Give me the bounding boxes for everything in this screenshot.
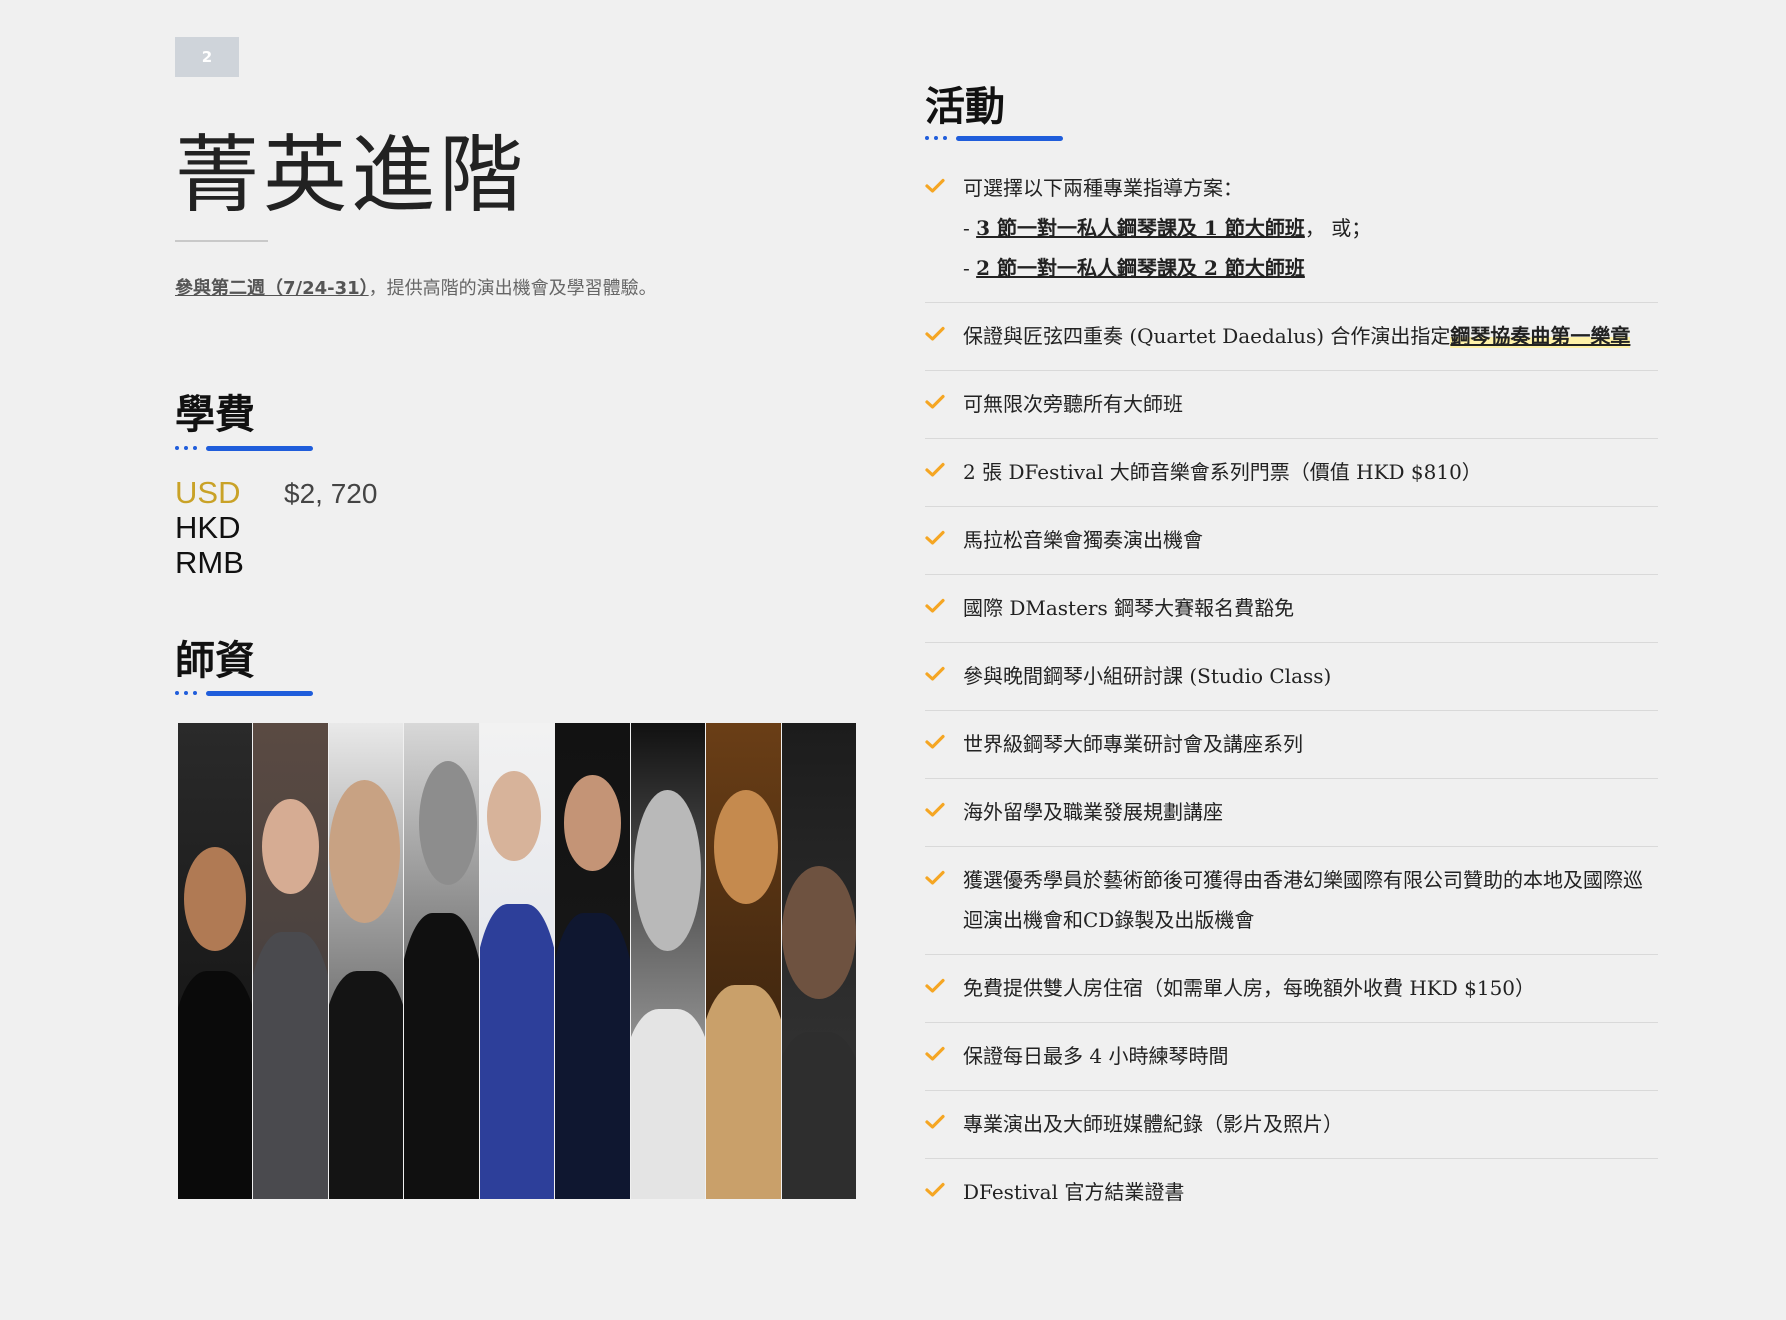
activity-item: 海外留學及職業發展規劃講座 (925, 779, 1658, 847)
activity-text: 國際 DMasters 鋼琴大賽報名費豁免 (963, 596, 1295, 620)
activity-text: 獲選優秀學員於藝術節後可獲得由香港幻樂國際有限公司贊助的本地及國際巡迴演出機會和… (963, 868, 1643, 932)
activity-item: 世界級鋼琴大師專業研討會及講座系列 (925, 711, 1658, 779)
faculty-portrait (404, 723, 479, 1199)
activity-text: 免費提供雙人房住宿（如需單人房，每晚額外收費 HKD $150） (963, 976, 1536, 1000)
check-icon (925, 384, 963, 410)
activity-text: 保證與匠弦四重奏 (Quartet Daedalus) 合作演出指定 (963, 324, 1451, 348)
faculty-heading: 師資 (175, 638, 255, 684)
check-icon (925, 588, 963, 614)
activity-text: 專業演出及大師班媒體紀錄（影片及照片） (963, 1112, 1343, 1136)
activity-text: 保證每日最多 4 小時練琴時間 (963, 1044, 1229, 1068)
faculty-portrait (479, 723, 555, 1199)
option-line: - 2 節一對一私人鋼琴課及 2 節大師班 (963, 256, 1305, 280)
activity-text: 2 張 DFestival 大師音樂會系列門票（價值 HKD $810） (963, 460, 1482, 484)
page-number-badge: 2 (175, 37, 239, 77)
check-icon (925, 860, 963, 886)
activity-text: 可無限次旁聽所有大師班 (963, 392, 1183, 416)
check-icon (925, 724, 963, 750)
tuition-heading-underline (175, 444, 313, 452)
faculty-portrait (706, 723, 781, 1199)
check-icon (925, 1172, 963, 1198)
activity-item: 獲選優秀學員於藝術節後可獲得由香港幻樂國際有限公司贊助的本地及國際巡迴演出機會和… (925, 847, 1658, 955)
option-two-link[interactable]: 2 節一對一私人鋼琴課及 2 節大師班 (976, 256, 1305, 280)
currency-label: USD (175, 475, 241, 510)
activity-item: 保證每日最多 4 小時練琴時間 (925, 1023, 1658, 1091)
faculty-portrait (781, 723, 856, 1199)
activity-item: 專業演出及大師班媒體紀錄（影片及照片） (925, 1091, 1658, 1159)
option-line: - 3 節一對一私人鋼琴課及 1 節大師班， 或； (963, 216, 1372, 240)
check-icon (925, 656, 963, 682)
activity-text: 世界級鋼琴大師專業研討會及講座系列 (963, 732, 1303, 756)
faculty-portrait (178, 723, 253, 1199)
check-icon (925, 792, 963, 818)
activities-list: 可選擇以下兩種專業指導方案： - 3 節一對一私人鋼琴課及 1 節大師班， 或；… (925, 164, 1658, 1226)
fee-row-hkd: HKD (175, 510, 377, 545)
intro-description: ，提供高階的演出機會及學習體驗。 (368, 278, 657, 299)
tuition-table: USD $2, 720 HKD RMB (175, 475, 377, 580)
faculty-photo-strip (178, 723, 856, 1199)
page: 2 菁英進階 參與第二週（7/24-31），提供高階的演出機會及學習體驗。 學費… (0, 0, 1786, 1320)
week-two-link[interactable]: 參與第二週（7/24-31） (175, 278, 369, 299)
faculty-portrait (328, 723, 404, 1199)
activity-item: 馬拉松音樂會獨奏演出機會 (925, 507, 1658, 575)
concerto-highlight-link[interactable]: 鋼琴協奏曲第一樂章 (1450, 324, 1631, 348)
intro-text: 參與第二週（7/24-31），提供高階的演出機會及學習體驗。 (175, 274, 657, 300)
activity-item: 保證與匠弦四重奏 (Quartet Daedalus) 合作演出指定鋼琴協奏曲第… (925, 303, 1658, 371)
activity-text: DFestival 官方結業證書 (963, 1180, 1185, 1204)
check-icon (925, 1104, 963, 1130)
check-icon (925, 968, 963, 994)
activities-heading: 活動 (925, 84, 1005, 130)
activity-item: DFestival 官方結業證書 (925, 1159, 1658, 1226)
activity-text: 馬拉松音樂會獨奏演出機會 (963, 528, 1203, 552)
page-title: 菁英進階 (175, 126, 528, 224)
check-icon (925, 168, 963, 194)
option-one-link[interactable]: 3 節一對一私人鋼琴課及 1 節大師班 (976, 216, 1305, 240)
check-icon (925, 1036, 963, 1062)
activity-item: 可無限次旁聽所有大師班 (925, 371, 1658, 439)
currency-label: RMB (175, 545, 244, 580)
activity-text: 海外留學及職業發展規劃講座 (963, 800, 1223, 824)
faculty-portrait (555, 723, 630, 1199)
activity-item: 可選擇以下兩種專業指導方案： - 3 節一對一私人鋼琴課及 1 節大師班， 或；… (925, 164, 1658, 303)
currency-label: HKD (175, 510, 241, 545)
faculty-heading-underline (175, 689, 313, 697)
check-icon (925, 520, 963, 546)
check-icon (925, 316, 963, 342)
activity-item: 2 張 DFestival 大師音樂會系列門票（價值 HKD $810） (925, 439, 1658, 507)
check-icon (925, 452, 963, 478)
faculty-portrait (253, 723, 328, 1199)
activity-text: 參與晚間鋼琴小組研討課 (Studio Class) (963, 664, 1332, 688)
activity-text: 可選擇以下兩種專業指導方案： (963, 176, 1243, 200)
activity-item: 免費提供雙人房住宿（如需單人房，每晚額外收費 HKD $150） (925, 955, 1658, 1023)
faculty-portrait (630, 723, 706, 1199)
activity-item: 參與晚間鋼琴小組研討課 (Studio Class) (925, 643, 1658, 711)
fee-row-rmb: RMB (175, 545, 377, 580)
fee-row-usd: USD $2, 720 (175, 475, 377, 510)
activities-heading-underline (925, 134, 1063, 142)
tuition-heading: 學費 (175, 392, 255, 438)
activity-item: 國際 DMasters 鋼琴大賽報名費豁免 (925, 575, 1658, 643)
title-divider (175, 240, 268, 242)
fee-amount: $2, 720 (284, 478, 378, 509)
